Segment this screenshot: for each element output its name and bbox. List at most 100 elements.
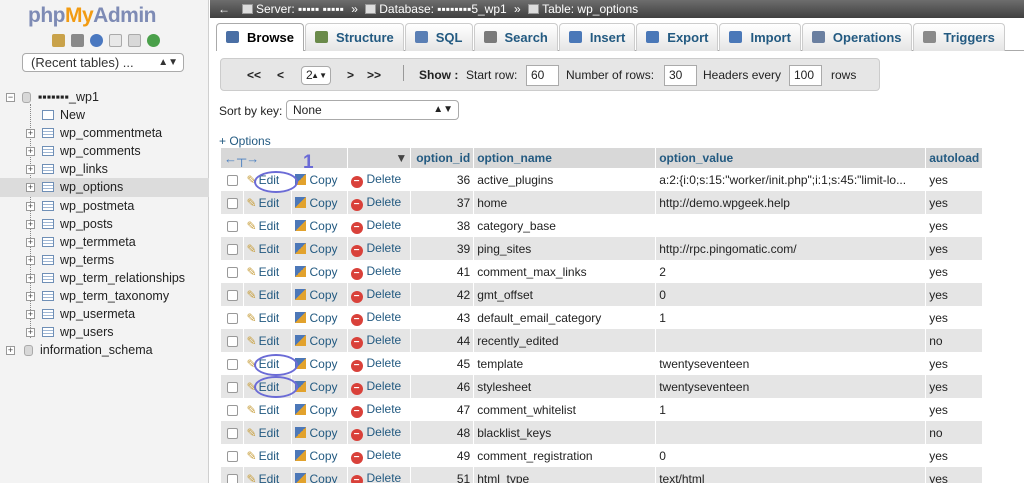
expand-icon[interactable]: + <box>26 219 35 229</box>
cell-option-id[interactable]: 47 <box>410 398 475 421</box>
cell-autoload[interactable]: no <box>925 421 984 444</box>
recent-tables-select[interactable]: (Recent tables) ... ▲▼ <box>22 53 184 72</box>
cell-option-name[interactable]: home <box>473 191 657 214</box>
edit-link[interactable]: Edit <box>259 449 280 463</box>
delete-link[interactable]: Delete <box>367 471 402 483</box>
tab-operations[interactable]: Operations <box>801 23 912 51</box>
tree-table-label[interactable]: wp_term_taxonomy <box>60 287 169 305</box>
delete-link[interactable]: Delete <box>367 425 402 439</box>
cell-option-value[interactable]: twentyseventeen <box>655 352 927 375</box>
row-checkbox[interactable] <box>227 243 238 255</box>
breadcrumb-table[interactable]: Table: wp_options <box>542 2 638 16</box>
row-checkbox[interactable] <box>227 404 238 416</box>
cell-autoload[interactable]: yes <box>925 375 984 398</box>
copy-link[interactable]: Copy <box>310 265 338 279</box>
row-checkbox[interactable] <box>227 289 238 301</box>
tab-triggers[interactable]: Triggers <box>912 23 1005 51</box>
delete-link[interactable]: Delete <box>367 241 402 255</box>
expand-icon[interactable]: + <box>26 183 35 193</box>
delete-link[interactable]: Delete <box>367 172 402 186</box>
expand-icon[interactable]: + <box>26 255 35 265</box>
tree-table-row[interactable]: + wp_terms <box>0 251 209 269</box>
tab-structure[interactable]: Structure <box>304 23 404 51</box>
tree-db-name[interactable]: ▪▪▪▪▪▪▪_wp1 <box>38 88 99 106</box>
tree-table-row[interactable]: + wp_term_taxonomy <box>0 287 209 305</box>
start-row-input[interactable]: 60 <box>526 65 559 86</box>
docs-icon[interactable] <box>109 34 122 47</box>
sort-by-select[interactable]: None ▲▼ <box>286 100 459 120</box>
phpmyadmin-logo[interactable]: phpMyAdmin <box>28 4 156 28</box>
column-header-option-name[interactable]: option_name <box>473 148 657 168</box>
tree-table-label[interactable]: wp_term_relationships <box>60 269 185 287</box>
breadcrumb-database[interactable]: Database: ▪▪▪▪▪▪▪▪5_wp1 <box>379 2 506 16</box>
back-arrow-icon[interactable]: ← <box>218 0 230 18</box>
options-link[interactable]: + Options <box>219 134 271 148</box>
cell-option-value[interactable]: twentyseventeen <box>655 375 927 398</box>
row-checkbox[interactable] <box>227 450 238 462</box>
cell-option-name[interactable]: comment_registration <box>473 444 657 467</box>
breadcrumb-server[interactable]: Server: ▪▪▪▪▪ ▪▪▪▪▪ <box>256 2 344 16</box>
show-button[interactable]: Show : <box>419 68 458 82</box>
tab-export[interactable]: Export <box>636 23 719 51</box>
edit-link[interactable]: Edit <box>259 288 280 302</box>
cell-option-id[interactable]: 51 <box>410 467 475 483</box>
tree-table-row[interactable]: + wp_commentmeta <box>0 124 209 142</box>
tree-table-label[interactable]: wp_users <box>60 323 114 341</box>
cell-autoload[interactable]: yes <box>925 237 984 260</box>
cell-autoload[interactable]: yes <box>925 352 984 375</box>
tree-table-row[interactable]: + wp_comments <box>0 142 209 160</box>
home-icon[interactable] <box>52 34 65 47</box>
column-arrows-icon[interactable]: ←┬→ <box>224 151 259 166</box>
logout-icon[interactable] <box>71 34 84 47</box>
column-header-option-id[interactable]: option_id <box>410 148 475 168</box>
cell-option-value[interactable]: http://rpc.pingomatic.com/ <box>655 237 927 260</box>
cell-option-name[interactable]: blacklist_keys <box>473 421 657 444</box>
tree-db-row[interactable]: − ▪▪▪▪▪▪▪_wp1 <box>0 88 209 106</box>
expand-icon[interactable]: + <box>26 201 35 211</box>
cell-option-name[interactable]: html_type <box>473 467 657 483</box>
copy-link[interactable]: Copy <box>310 219 338 233</box>
cell-autoload[interactable]: yes <box>925 283 984 306</box>
reload-icon[interactable] <box>147 34 160 47</box>
cell-option-value[interactable] <box>655 214 927 237</box>
cell-option-id[interactable]: 37 <box>410 191 475 214</box>
delete-link[interactable]: Delete <box>367 264 402 278</box>
cell-option-value[interactable] <box>655 329 927 352</box>
cell-option-value[interactable]: 0 <box>655 444 927 467</box>
delete-link[interactable]: Delete <box>367 195 402 209</box>
row-checkbox[interactable] <box>227 220 238 232</box>
edit-link[interactable]: Edit <box>259 472 280 483</box>
copy-link[interactable]: Copy <box>310 426 338 440</box>
cell-autoload[interactable]: yes <box>925 444 984 467</box>
tree-table-label[interactable]: wp_posts <box>60 215 113 233</box>
cell-option-value[interactable] <box>655 421 927 444</box>
row-checkbox[interactable] <box>227 427 238 439</box>
cell-option-id[interactable]: 38 <box>410 214 475 237</box>
next-page-button[interactable]: > <box>347 68 354 82</box>
delete-link[interactable]: Delete <box>367 356 402 370</box>
cell-option-id[interactable]: 44 <box>410 329 475 352</box>
tree-new-label[interactable]: New <box>60 106 85 124</box>
copy-link[interactable]: Copy <box>310 288 338 302</box>
cell-option-name[interactable]: template <box>473 352 657 375</box>
cell-option-value[interactable]: text/html <box>655 467 927 483</box>
cell-option-id[interactable]: 49 <box>410 444 475 467</box>
row-checkbox[interactable] <box>227 312 238 324</box>
copy-link[interactable]: Copy <box>310 380 338 394</box>
edit-link[interactable]: Edit <box>259 426 280 440</box>
collapse-icon[interactable]: − <box>6 93 15 102</box>
cell-option-name[interactable]: default_email_category <box>473 306 657 329</box>
cell-option-name[interactable]: category_base <box>473 214 657 237</box>
headers-every-input[interactable]: 100 <box>789 65 822 86</box>
edit-link[interactable]: Edit <box>259 219 280 233</box>
tree-table-label[interactable]: wp_terms <box>60 251 114 269</box>
tree-table-label[interactable]: wp_postmeta <box>60 197 134 215</box>
cell-autoload[interactable]: no <box>925 329 984 352</box>
cell-option-value[interactable]: 1 <box>655 398 927 421</box>
tree-db-row[interactable]: + information_schema <box>0 341 209 359</box>
cell-option-value[interactable]: 2 <box>655 260 927 283</box>
cell-option-id[interactable]: 41 <box>410 260 475 283</box>
cell-option-id[interactable]: 36 <box>410 168 475 191</box>
tab-insert[interactable]: Insert <box>558 23 636 51</box>
row-checkbox[interactable] <box>227 381 238 393</box>
